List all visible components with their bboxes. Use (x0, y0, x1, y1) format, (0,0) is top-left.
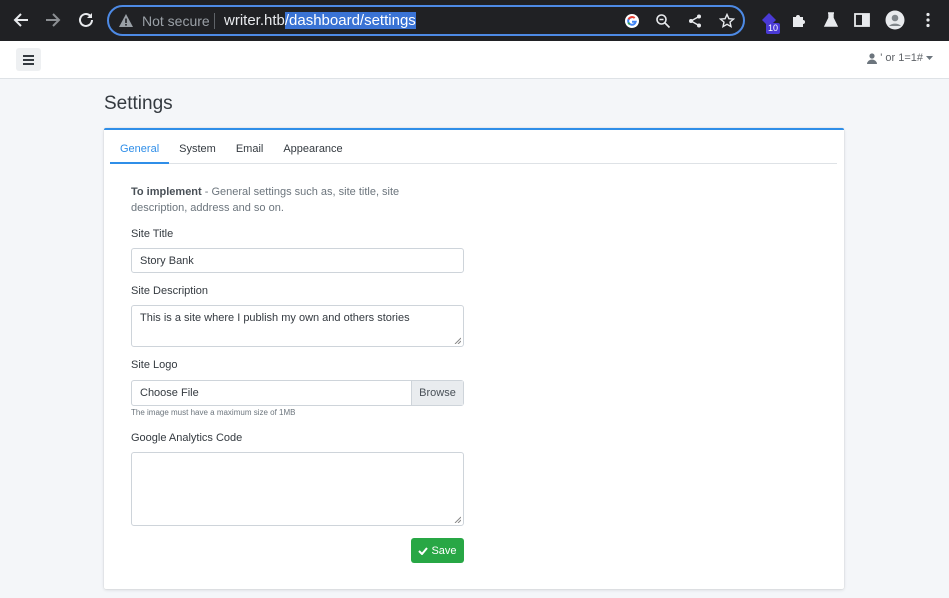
hamburger-icon[interactable] (16, 48, 41, 71)
page-title: Settings (104, 93, 173, 114)
site-description-label: Site Description (131, 285, 209, 297)
separator (214, 13, 215, 29)
url-host: writer.htb (224, 12, 285, 29)
settings-tabs: General System Email Appearance (110, 138, 837, 164)
save-label: Save (431, 544, 457, 557)
kebab-menu-icon[interactable] (918, 10, 938, 30)
site-logo-file-input[interactable]: Choose File Browse (131, 380, 464, 406)
profile-icon[interactable] (885, 10, 905, 30)
google-icon[interactable] (623, 12, 641, 30)
save-button[interactable]: Save (411, 538, 464, 563)
site-title-label: Site Title (131, 228, 174, 240)
resize-handle-icon[interactable] (454, 337, 461, 344)
flask-icon[interactable] (821, 10, 841, 30)
analytics-label: Google Analytics Code (131, 432, 243, 444)
site-title-input[interactable]: Story Bank (131, 248, 464, 273)
tab-system[interactable]: System (169, 138, 226, 164)
sidepanel-icon[interactable] (852, 10, 872, 30)
browser-toolbar: Not secure writer.htb/dashboard/settings… (0, 0, 949, 41)
extension-badge: 10 (766, 23, 781, 34)
check-icon (418, 546, 429, 555)
tab-appearance[interactable]: Appearance (273, 138, 352, 164)
file-placeholder[interactable]: Choose File (132, 381, 411, 405)
note-bold: To implement (131, 186, 202, 198)
caret-down-icon (926, 55, 933, 60)
site-description-textarea[interactable]: This is a site where I publish my own an… (131, 305, 464, 347)
reload-icon[interactable] (75, 9, 97, 31)
puzzle-icon[interactable] (789, 10, 809, 30)
user-icon (867, 52, 878, 64)
share-icon[interactable] (686, 12, 704, 30)
resize-handle-icon[interactable] (454, 516, 461, 523)
user-menu[interactable]: ' or 1=1# (867, 52, 933, 64)
forward-arrow-icon[interactable] (42, 9, 64, 31)
tab-general[interactable]: General (110, 138, 170, 164)
security-label[interactable]: Not secure (142, 13, 210, 29)
address-bar[interactable]: Not secure writer.htb/dashboard/settings (107, 5, 745, 36)
site-logo-label: Site Logo (131, 359, 178, 371)
back-arrow-icon[interactable] (10, 9, 32, 31)
user-menu-label: ' or 1=1# (880, 52, 923, 64)
analytics-textarea[interactable] (131, 452, 464, 526)
site-description-value: This is a site where I publish my own an… (140, 312, 410, 324)
settings-card: General System Email Appearance To imple… (104, 128, 844, 589)
tab-email[interactable]: Email (226, 138, 274, 164)
logo-help-text: The image must have a maximum size of 1M… (131, 408, 296, 417)
url-path: /dashboard/settings (284, 12, 416, 29)
zoom-icon[interactable] (654, 12, 672, 30)
warning-icon[interactable] (118, 13, 134, 34)
browse-button[interactable]: Browse (411, 381, 463, 405)
implementation-note: To implement - General settings such as,… (131, 184, 451, 216)
star-icon[interactable] (718, 12, 736, 30)
url-text[interactable]: writer.htb/dashboard/settings (224, 12, 416, 29)
app-navbar: ' or 1=1# (0, 41, 949, 79)
